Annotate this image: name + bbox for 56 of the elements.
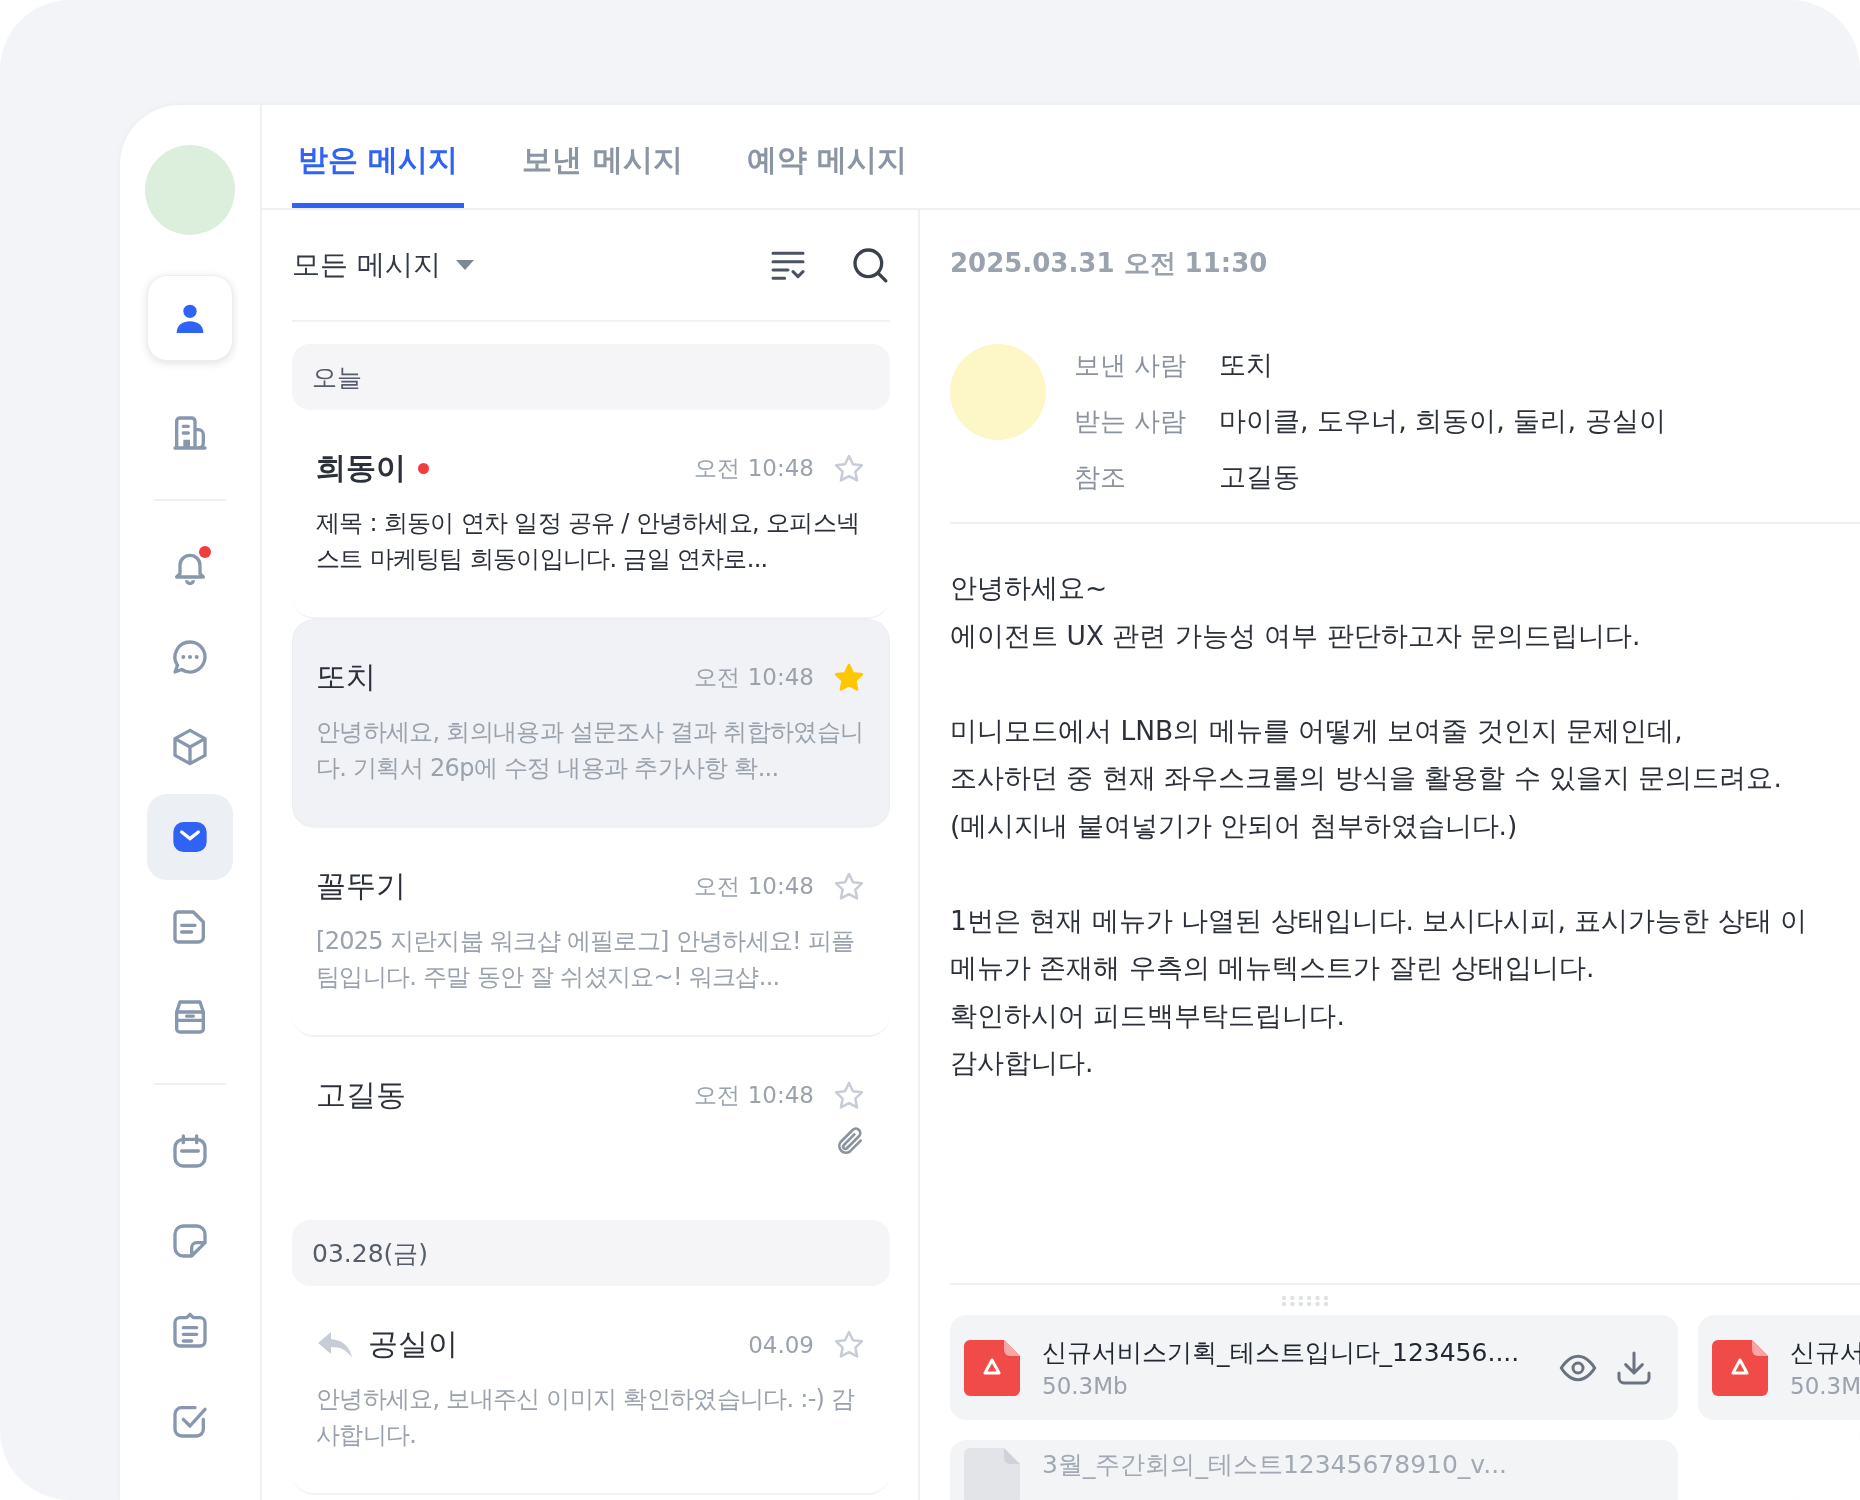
- sender-name: 희동이: [316, 449, 406, 487]
- field-label: 받는 사람: [1074, 405, 1188, 438]
- resize-handle-icon[interactable]: [1280, 1295, 1330, 1307]
- attachment-card[interactable]: 신규서비스기획_테스트입니다_123456.... 50.3Mb: [950, 1315, 1678, 1420]
- message-preview: 제목 : 희동이 연차 일정 공유 / 안녕하세요, 오피스넥스트 마케팅팀 희동이입니다. 금일 연차로...: [316, 508, 861, 575]
- tab[interactable]: 받은 메시지: [292, 139, 465, 208]
- pdf-file-icon: [1712, 1339, 1768, 1396]
- group-label: 03.28(금): [311, 1237, 429, 1270]
- file-size: 50.3Mb: [1042, 1373, 1129, 1399]
- filter-dropdown[interactable]: 모든 메시지: [292, 246, 475, 284]
- sticky-note-icon: [170, 1221, 210, 1261]
- sender-name: 공실이: [368, 1325, 458, 1363]
- file-size: 50.3M: [1790, 1373, 1860, 1399]
- message-item[interactable]: 꼴뚜기 오전 10:48 [2025 지란지붑 워크샵 에필로그] 안녕하세요! 피플팀입니다. 주말 동안 잘 쉬셨지요~! 워크샵...: [292, 828, 890, 1037]
- field-label: 보낸 사람: [1074, 349, 1188, 382]
- chat-bubble-icon: [170, 637, 210, 677]
- cube-icon: [170, 727, 210, 767]
- group-label: 오늘: [311, 361, 362, 394]
- sender-name: 또치: [316, 658, 376, 696]
- message-item[interactable]: 공실이 04.09 안녕하세요, 보내주신 이미지 확인하였습니다. :-) 감사합니다.: [292, 1286, 890, 1495]
- field-value: 고길동: [1219, 460, 1301, 494]
- message-preview: 안녕하세요, 회의내용과 설문조사 결과 취합하였습니다. 기획서 26p에 수정 내용과 추가사항 확...: [316, 717, 865, 784]
- pdf-file-icon: [964, 1339, 1020, 1396]
- message-time: 오전 10:48: [694, 454, 814, 483]
- message-body-line: 확인하시어 피드백부탁드립니다.: [950, 998, 1346, 1033]
- message-time: 오전 10:48: [694, 1081, 814, 1110]
- sender-name: 고길동: [316, 1076, 406, 1114]
- message-body-line: 안녕하세요~: [950, 571, 1109, 605]
- field-value: 마이클, 도우너, 희동이, 둘리, 공실이: [1219, 404, 1666, 438]
- message-body-line: 1번은 현재 메뉴가 나열된 상태입니다. 보시다시피, 표시가능한 상태 이: [950, 903, 1809, 938]
- file-name: 신규서비스기획_테스트입니다_123456....: [1042, 1337, 1521, 1369]
- message-time: 오전 10:48: [694, 872, 814, 901]
- message-preview: 안녕하세요, 보내주신 이미지 확인하였습니다. :-) 감사합니다.: [316, 1384, 856, 1451]
- message-preview: [2025 지란지붑 워크샵 에필로그] 안녕하세요! 피플팀입니다. 주말 동안 잘 쉬셨지요~! 워크샵...: [316, 926, 856, 993]
- message-item[interactable]: 고길동 오전 10:48: [292, 1037, 890, 1198]
- file-name: 3월_주간회의_테스트12345678910_v...: [1042, 1449, 1509, 1481]
- message-body-line: 에이전트 UX 관련 가능성 여부 판단하고자 문의드립니다.: [950, 618, 1642, 653]
- message-time: 04.09: [748, 1331, 814, 1358]
- field-value: 또치: [1219, 348, 1274, 382]
- message-body-line: 메뉴가 존재해 우측의 메뉴텍스트가 잘린 상태입니다.: [950, 951, 1596, 985]
- sender-name: 꼴뚜기: [316, 867, 406, 905]
- message-body-line: 미니모드에서 LNB의 메뉴를 어떻게 보여줄 것인지 문제인데,: [950, 713, 1684, 748]
- clipboard-icon: [170, 1311, 210, 1351]
- message-date: 2025.03.31 오전 11:30: [950, 247, 1269, 280]
- message-time: 오전 10:48: [694, 663, 814, 692]
- message-body-line: 조사하던 중 현재 좌우스크롤의 방식을 활용할 수 있을지 문의드려요.: [950, 761, 1783, 795]
- message-body-line: (메시지내 붙여넣기가 안되어 첨부하였습니다.): [950, 808, 1519, 843]
- search-icon[interactable]: [850, 245, 890, 285]
- calendar-icon: [170, 1131, 210, 1171]
- sidebar-item[interactable]: [147, 275, 233, 361]
- message-body-line: 감사합니다.: [950, 1046, 1095, 1080]
- file-icon: [964, 1448, 1020, 1500]
- field-label: 참조: [1074, 461, 1127, 494]
- message-item[interactable]: 또치 오전 10:48 안녕하세요, 회의내용과 설문조사 결과 취합하였습니다. 기획서 26p에 수정 내용과 추가사항 확...: [292, 619, 890, 828]
- caret-icon: [454, 259, 475, 271]
- sidebar-item[interactable]: [147, 794, 233, 880]
